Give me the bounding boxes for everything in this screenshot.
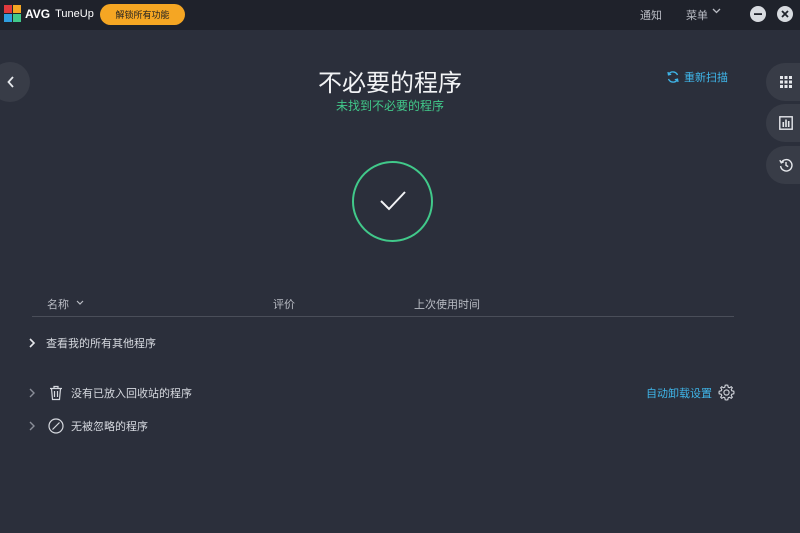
auto-uninstall-settings-button[interactable]: 自动卸载设置 <box>646 384 735 401</box>
column-header-name[interactable]: 名称 <box>47 296 69 312</box>
column-header-rating[interactable]: 评价 <box>273 296 295 312</box>
brand-name: AVG <box>25 6 51 21</box>
column-header-last-used[interactable]: 上次使用时间 <box>414 296 480 312</box>
rescan-label: 重新扫描 <box>684 71 728 84</box>
row-ignored-programs[interactable]: 无被忽略的程序 <box>0 414 148 438</box>
auto-uninstall-label: 自动卸载设置 <box>646 386 712 400</box>
title-bar: AVG TuneUp 解锁所有功能 通知 菜单 <box>0 0 800 30</box>
row-label: 无被忽略的程序 <box>71 420 148 433</box>
page-subtitle: 未找到不必要的程序 <box>335 99 444 113</box>
notifications-link[interactable]: 通知 <box>640 7 662 23</box>
table-header: 名称 评价 上次使用时间 <box>32 292 734 317</box>
success-badge <box>352 161 433 242</box>
gear-icon <box>718 384 735 401</box>
page-title: 不必要的程序 <box>318 69 462 97</box>
avg-logo: AVG TuneUp <box>4 5 94 22</box>
minimize-icon <box>754 13 762 15</box>
history-icon <box>779 158 793 172</box>
row-recycled-programs[interactable]: 没有已放入回收站的程序 <box>0 381 192 405</box>
trash-icon <box>50 385 62 401</box>
chevron-right-icon <box>29 388 35 398</box>
sort-chevron-down-icon[interactable] <box>76 300 84 305</box>
chevron-down-icon <box>712 8 721 14</box>
menu-button[interactable]: 菜单 <box>686 7 708 23</box>
chevron-right-icon <box>29 338 36 348</box>
row-view-other-programs[interactable]: 查看我的所有其他程序 <box>0 331 156 355</box>
ban-icon <box>48 418 64 434</box>
minimize-button[interactable] <box>750 6 766 22</box>
chevron-right-icon <box>29 421 35 431</box>
checkmark-icon <box>380 191 406 211</box>
stats-icon <box>779 116 793 130</box>
unlock-all-features-button[interactable]: 解锁所有功能 <box>100 4 185 25</box>
close-button[interactable] <box>777 6 793 22</box>
avg-logo-icon <box>4 5 21 22</box>
close-icon <box>781 10 789 18</box>
app-name: TuneUp <box>55 7 94 20</box>
refresh-icon <box>667 71 679 83</box>
rescan-button[interactable]: 重新扫描 <box>666 69 728 85</box>
apps-grid-icon <box>780 76 792 88</box>
history-button[interactable] <box>766 146 800 184</box>
row-label: 没有已放入回收站的程序 <box>71 387 192 400</box>
row-label: 查看我的所有其他程序 <box>46 337 156 350</box>
